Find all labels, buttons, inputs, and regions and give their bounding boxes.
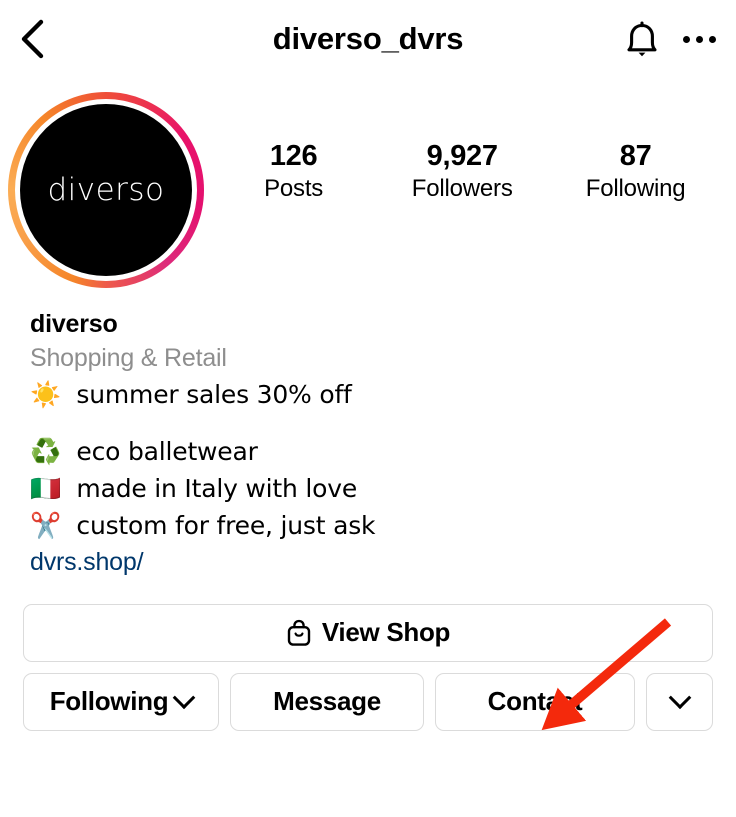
bio-line: ☀️ summer sales 30% off [30, 379, 352, 409]
stat-following-label: Following [585, 175, 686, 203]
avatar: diverso [20, 104, 192, 276]
following-button[interactable]: Following [23, 672, 219, 731]
story-ring: diverso [8, 92, 204, 288]
message-label: Message [273, 686, 381, 717]
chevron-down-icon [172, 686, 196, 709]
avatar-label: diverso [47, 172, 165, 208]
dot [683, 35, 690, 43]
contact-label: Contact [487, 686, 583, 717]
view-shop-label: View Shop [321, 617, 451, 648]
dot [709, 35, 716, 43]
stat-posts-value: 126 [269, 140, 318, 172]
notifications-button[interactable] [625, 20, 659, 58]
stat-posts-label: Posts [264, 175, 324, 203]
shopping-bag-icon [287, 619, 311, 646]
story-ring-gap: diverso [15, 99, 197, 281]
profile-bio: diverso Shopping & Retail ☀️ summer sale… [0, 288, 736, 580]
stat-followers-value: 9,927 [426, 140, 498, 172]
bio-category: Shopping & Retail [30, 344, 227, 372]
more-actions-button[interactable] [646, 672, 713, 731]
stat-followers-label: Followers [411, 175, 513, 203]
stat-following-value: 87 [619, 140, 652, 172]
dot [696, 35, 703, 43]
profile-stats: 126 Posts 9,927 Followers 87 Following [212, 84, 736, 204]
bio-line: 🇮🇹 made in Italy with love [30, 473, 358, 503]
bio-display-name: diverso [30, 310, 118, 338]
stat-followers[interactable]: 9,927 Followers [412, 139, 513, 204]
bell-icon [627, 21, 657, 57]
profile-summary: diverso 126 Posts 9,927 Followers 87 Fol… [0, 78, 736, 288]
stat-posts[interactable]: 126 Posts [249, 139, 339, 204]
bio-line: ♻️ eco balletwear [30, 436, 258, 466]
chevron-left-icon [21, 19, 44, 59]
secondary-action-row: Following Message Contact [23, 672, 713, 731]
bio-website-link[interactable]: dvrs.shop/ [30, 544, 708, 580]
stat-following[interactable]: 87 Following [586, 139, 686, 204]
view-shop-button[interactable]: View Shop [23, 603, 713, 662]
back-button[interactable] [18, 16, 64, 62]
message-button[interactable]: Message [230, 672, 424, 731]
more-options-button[interactable] [681, 28, 718, 51]
profile-action-buttons: View Shop Following Message Contact [0, 580, 736, 731]
header-actions [625, 20, 718, 58]
following-label: Following [49, 686, 169, 717]
contact-button[interactable]: Contact [435, 672, 635, 731]
bio-line: ✂️ custom for free, just ask [30, 510, 376, 540]
bio-line-blank [30, 413, 708, 433]
top-navigation-bar: diverso_dvrs [0, 0, 736, 78]
chevron-down-icon [668, 686, 691, 709]
profile-picture-button[interactable]: diverso [0, 84, 212, 288]
